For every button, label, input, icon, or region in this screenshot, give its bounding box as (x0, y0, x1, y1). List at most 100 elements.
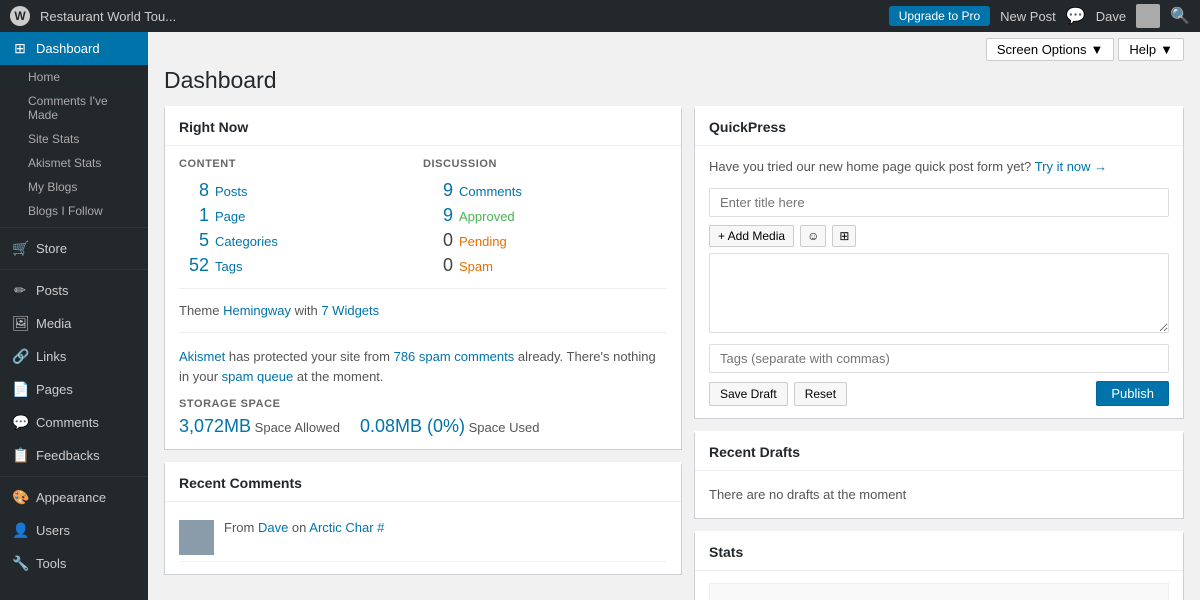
storage-used: 0.08MB (0%) (360, 416, 465, 436)
divider-2 (179, 332, 667, 333)
media-icon: 🖼 (12, 315, 28, 332)
sidebar-item-links[interactable]: 🔗 Links (0, 340, 148, 373)
comments-link[interactable]: Comments (459, 184, 522, 199)
screen-options-button[interactable]: Screen Options ▼ (986, 38, 1114, 61)
categories-link[interactable]: Categories (215, 234, 278, 249)
sidebar-item-comments[interactable]: 💬 Comments (0, 406, 148, 439)
publish-button[interactable]: Publish (1096, 381, 1169, 406)
sidebar-item-feedbacks[interactable]: 📋 Feedbacks (0, 439, 148, 472)
commenter-avatar (179, 520, 214, 555)
sidebar: ⊞ Dashboard Home Comments I've Made Site… (0, 32, 148, 600)
sidebar-item-appearance[interactable]: 🎨 Appearance (0, 481, 148, 514)
pages-icon: 📄 (12, 381, 28, 398)
dashboard-label: Dashboard (36, 41, 100, 56)
comments-label: Comments (36, 415, 99, 430)
pages-label: Pages (36, 382, 73, 397)
spam-link[interactable]: Spam (459, 259, 493, 274)
links-label: Links (36, 349, 66, 364)
comment-item: From Dave on Arctic Char # (179, 514, 667, 562)
spam-count: 0 (423, 255, 453, 276)
sidebar-item-home[interactable]: Home (0, 65, 148, 89)
title-input[interactable] (709, 188, 1169, 217)
users-icon: 👤 (12, 522, 28, 539)
tags-input[interactable] (709, 344, 1169, 373)
chevron-down-icon: ▼ (1091, 42, 1104, 57)
posts-icon: ✏ (12, 282, 28, 299)
admin-bar: W Restaurant World Tou... Upgrade to Pro… (0, 0, 1200, 32)
comment-text: From Dave on Arctic Char # (224, 520, 384, 535)
sidebar-item-media[interactable]: 🖼 Media (0, 307, 148, 340)
right-now-content: CONTENT 8 Posts 1 Page 5 (165, 146, 681, 449)
categories-row: 5 Categories (179, 228, 423, 253)
comment-post-title[interactable]: Arctic Char # (309, 520, 384, 535)
stats-title: Stats (695, 534, 1183, 571)
upgrade-pro-button[interactable]: Upgrade to Pro (889, 6, 990, 26)
users-label: Users (36, 523, 70, 538)
right-column: QuickPress Have you tried our new home p… (694, 106, 1184, 600)
pending-row: 0 Pending (423, 228, 667, 253)
sidebar-item-my-blogs[interactable]: My Blogs (0, 175, 148, 199)
content-header: CONTENT (179, 158, 423, 178)
quickpress-title: QuickPress (695, 109, 1183, 146)
store-icon: 🛒 (12, 240, 28, 257)
tags-row: 52 Tags (179, 253, 423, 278)
page-link[interactable]: Page (215, 209, 245, 224)
menu-separator-2 (0, 269, 148, 270)
spam-queue-link[interactable]: spam queue (222, 369, 294, 384)
new-post-link[interactable]: New Post (1000, 9, 1056, 24)
left-column: Right Now CONTENT 8 Posts 1 (164, 106, 682, 600)
theme-line: Theme Hemingway with 7 Widgets (179, 299, 667, 322)
sidebar-item-pages[interactable]: 📄 Pages (0, 373, 148, 406)
dashboard-icon: ⊞ (12, 40, 28, 57)
dashboard-columns: Right Now CONTENT 8 Posts 1 (148, 106, 1200, 600)
posts-link[interactable]: Posts (215, 184, 248, 199)
approved-link[interactable]: Approved (459, 209, 515, 224)
theme-prefix: Theme (179, 303, 223, 318)
sidebar-item-comments-made[interactable]: Comments I've Made (0, 89, 148, 127)
widgets-link[interactable]: 7 Widgets (321, 303, 379, 318)
sidebar-item-store[interactable]: 🛒 Store (0, 232, 148, 265)
right-now-widget: Right Now CONTENT 8 Posts 1 (164, 106, 682, 450)
page-row: 1 Page (179, 203, 423, 228)
recent-comments-widget: Recent Comments From Dave on Arctic Char… (164, 462, 682, 575)
chat-icon[interactable]: 💬 (1066, 6, 1086, 26)
right-now-grid: CONTENT 8 Posts 1 Page 5 (179, 158, 667, 278)
comments-icon: 💬 (12, 414, 28, 431)
sidebar-item-tools[interactable]: 🔧 Tools (0, 547, 148, 580)
add-media-button[interactable]: + Add Media (709, 225, 794, 247)
akismet-text1: has protected your site from (225, 349, 393, 364)
content-textarea[interactable] (709, 253, 1169, 333)
sidebar-item-posts[interactable]: ✏ Posts (0, 274, 148, 307)
smiley-icon-btn[interactable]: ☺ (800, 225, 826, 247)
save-draft-button[interactable]: Save Draft (709, 382, 788, 406)
sidebar-item-dashboard[interactable]: ⊞ Dashboard (0, 32, 148, 65)
pending-link[interactable]: Pending (459, 234, 507, 249)
sidebar-item-users[interactable]: 👤 Users (0, 514, 148, 547)
comments-row: 9 Comments (423, 178, 667, 203)
theme-suffix: with (291, 303, 321, 318)
commenter-name[interactable]: Dave (258, 520, 288, 535)
site-name[interactable]: Restaurant World Tou... (40, 9, 176, 24)
recent-comments-content: From Dave on Arctic Char # (165, 502, 681, 574)
storage-used-label: Space Used (469, 420, 540, 435)
storage-header: STORAGE SPACE (179, 398, 667, 416)
akismet-link[interactable]: Akismet (179, 349, 225, 364)
search-icon[interactable]: 🔍 (1170, 6, 1190, 26)
qp-left-buttons: Save Draft Reset (709, 382, 847, 406)
qp-toolbar: + Add Media ☺ ⊞ (709, 225, 1169, 247)
spam-count-link[interactable]: 786 spam comments (394, 349, 515, 364)
reset-button[interactable]: Reset (794, 382, 847, 406)
sidebar-item-akismet-stats[interactable]: Akismet Stats (0, 151, 148, 175)
help-button[interactable]: Help ▼ (1118, 38, 1184, 61)
storage-row: 3,072MB Space Allowed 0.08MB (0%) Space … (179, 416, 667, 437)
table-icon-btn[interactable]: ⊞ (832, 225, 856, 247)
discussion-col: DISCUSSION 9 Comments 9 Approved (423, 158, 667, 278)
sidebar-item-blogs-follow[interactable]: Blogs I Follow (0, 199, 148, 223)
theme-name-link[interactable]: Hemingway (223, 303, 291, 318)
try-link[interactable]: Try it now → (1035, 159, 1107, 174)
tags-link[interactable]: Tags (215, 259, 242, 274)
comment-on: on (288, 520, 309, 535)
tags-count: 52 (179, 255, 209, 276)
sidebar-item-site-stats[interactable]: Site Stats (0, 127, 148, 151)
user-name[interactable]: Dave (1096, 9, 1126, 24)
